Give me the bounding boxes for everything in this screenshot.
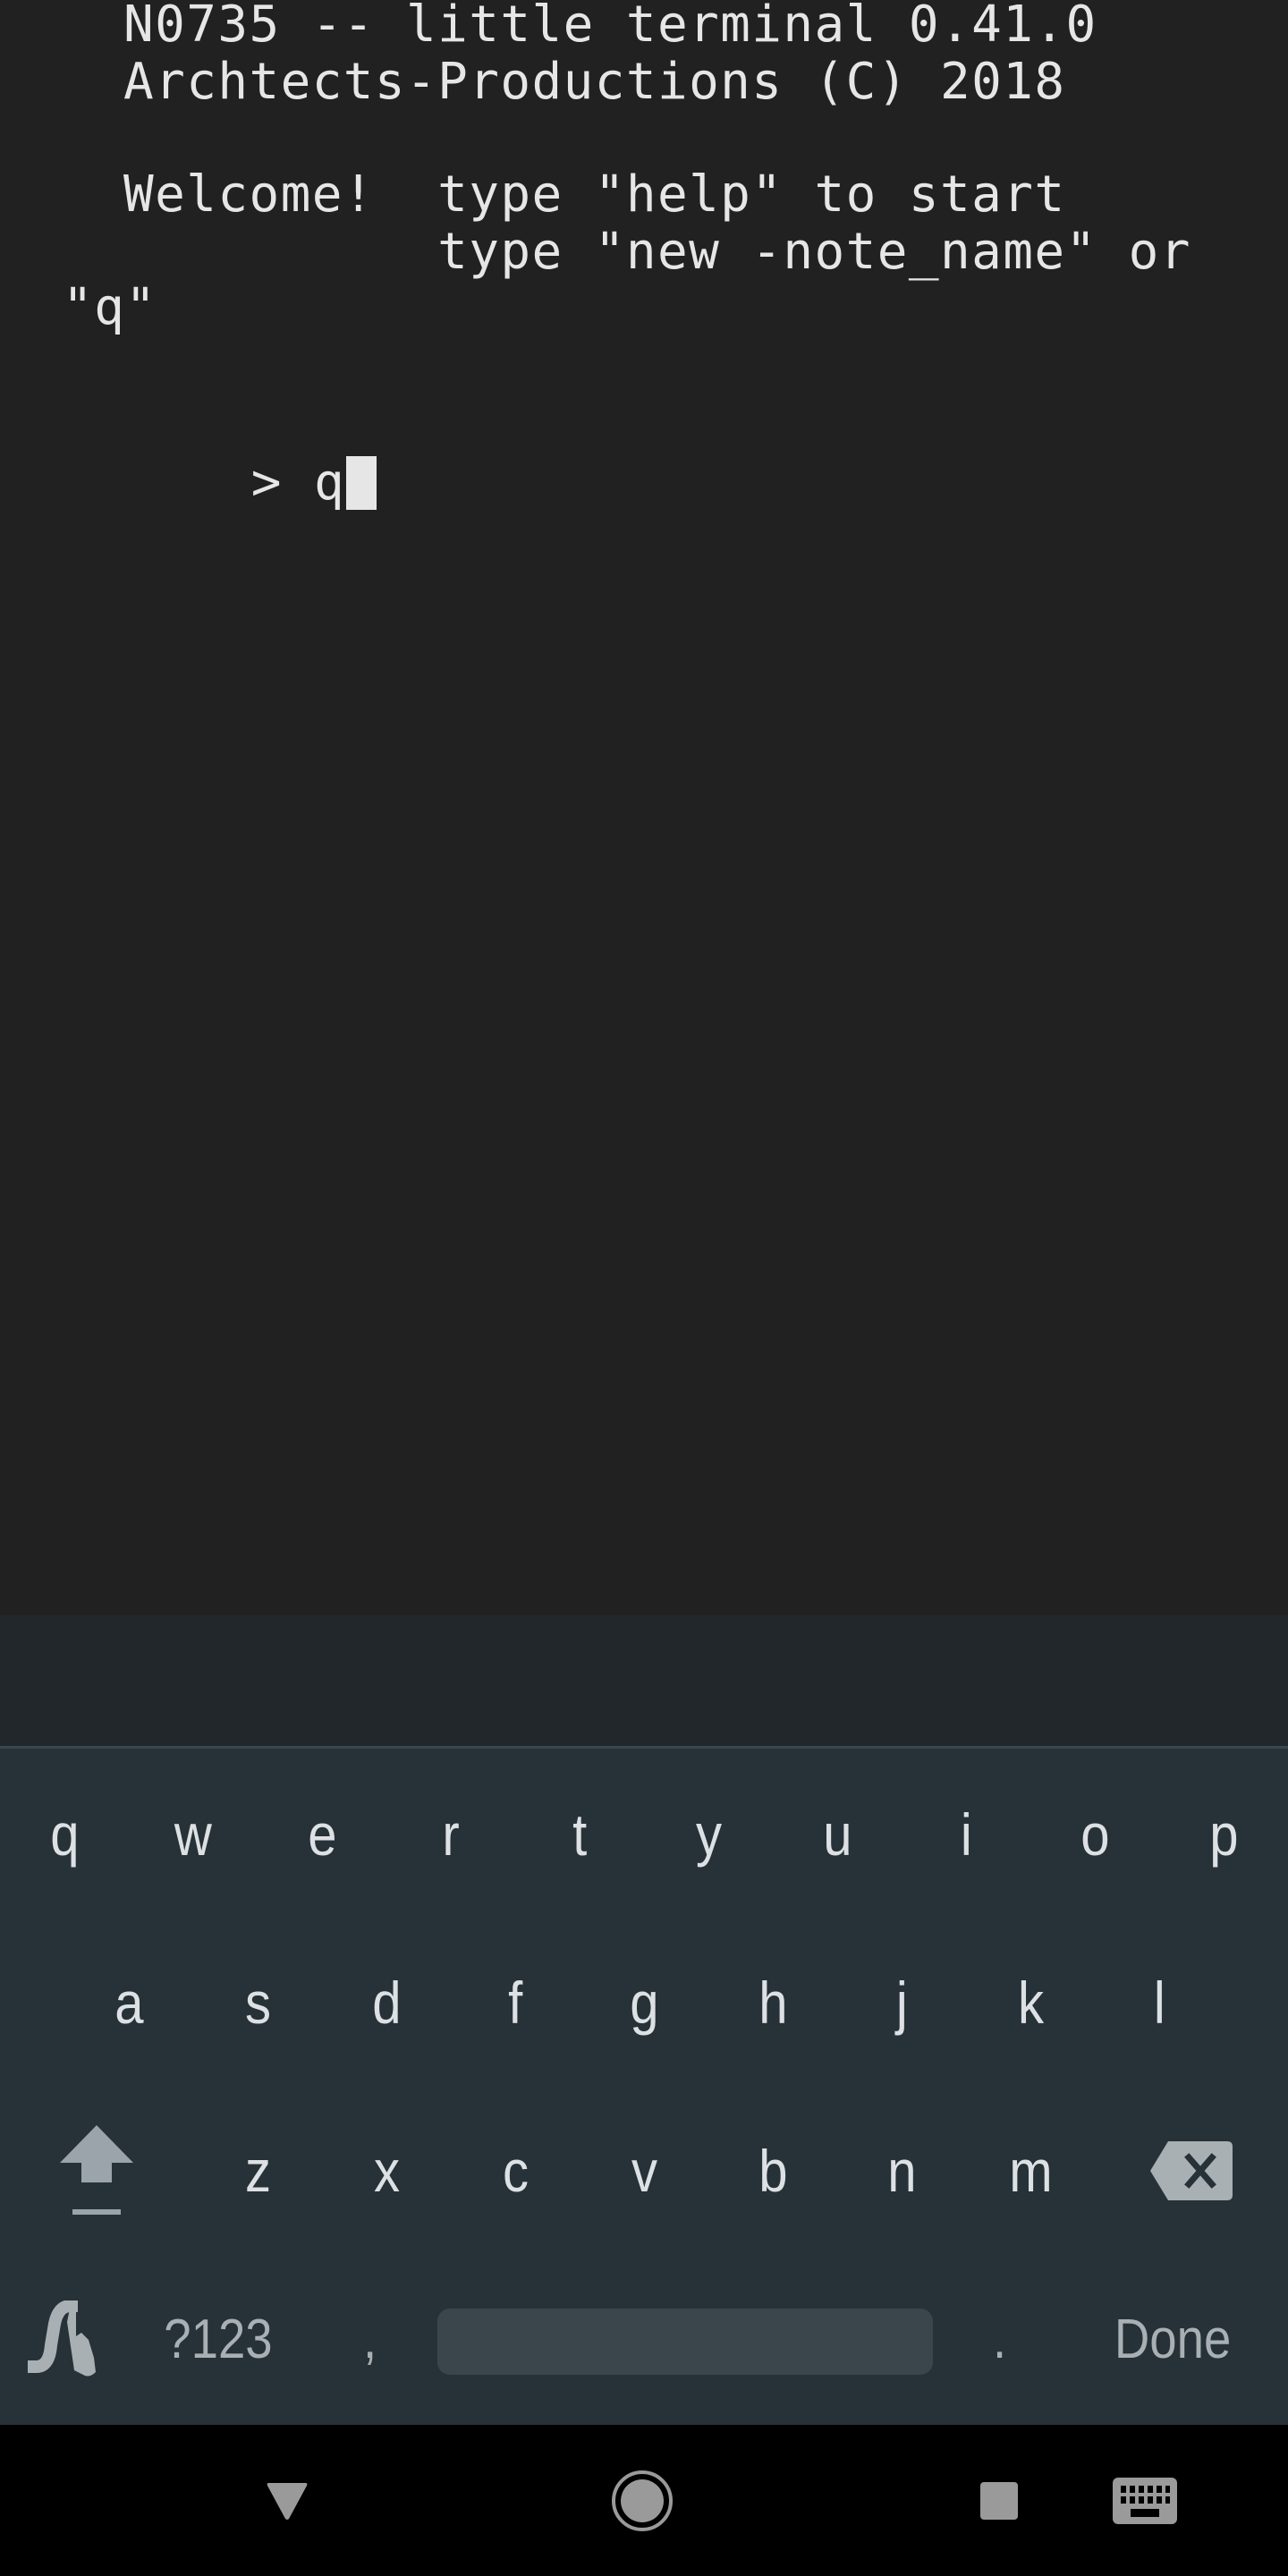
terminal-line-copyright: Archtects-Productions (C) 2018 [123,53,1066,111]
home-button[interactable] [580,2425,705,2576]
key-label: q [49,1801,80,1868]
key-u[interactable]: u [773,1750,902,1919]
key-label: i [960,1801,972,1868]
back-button[interactable] [225,2425,350,2576]
prompt-gap [283,453,314,512]
gesture-typing-key[interactable] [0,2255,129,2423]
key-f[interactable]: f [451,1919,580,2087]
key-label: f [507,1970,523,2036]
key-label: c [502,2138,529,2204]
key-c[interactable]: c [451,2087,580,2255]
key-h[interactable]: h [708,1919,837,2087]
home-icon [612,2470,673,2531]
terminal-line-quit: "q" [63,278,157,336]
phone-screen: N0735 -- little terminal 0.41.0 Archtect… [0,0,1288,2576]
key-label: y [695,1801,722,1868]
system-navigation-bar [0,2425,1288,2576]
symbols-key[interactable]: ?123 [154,2255,283,2423]
key-label: r [442,1801,460,1868]
recents-button[interactable] [936,2425,1062,2576]
terminal-prompt-line[interactable]: > q [63,397,377,512]
space-bar[interactable] [437,2309,933,2375]
keyboard-suggestion-strip [0,1615,1288,1746]
key-label: v [631,2138,657,2204]
keyboard-switch-icon [1113,2477,1177,2524]
key-label: m [1008,2138,1053,2204]
comma-key[interactable]: , [306,2255,435,2423]
key-label: d [371,1970,402,2036]
shift-key[interactable] [32,2087,161,2255]
key-y[interactable]: y [644,1750,773,1919]
terminal-input[interactable]: q [314,453,345,512]
key-g[interactable]: g [580,1919,708,2087]
key-n[interactable]: n [837,2087,966,2255]
key-p[interactable]: p [1159,1750,1288,1919]
shift-icon [60,2125,133,2215]
key-q[interactable]: q [0,1750,129,1919]
key-label: z [244,2138,271,2204]
key-label: s [244,1970,271,2036]
done-key[interactable]: Done [1070,2255,1275,2423]
backspace-icon [1150,2141,1233,2200]
done-key-label: Done [1114,2308,1232,2370]
key-label: g [629,1970,659,2036]
key-j[interactable]: j [837,1919,966,2087]
terminal-line-instructions: type "new -note_name" or [123,223,1191,281]
key-i[interactable]: i [902,1750,1030,1919]
key-label: a [114,1970,144,2036]
key-label: u [822,1801,852,1868]
key-e[interactable]: e [258,1750,386,1919]
key-label: j [895,1970,908,2036]
terminal-line-welcome: Welcome! type "help" to start [123,165,1066,224]
key-s[interactable]: s [193,1919,322,2087]
prompt-symbol: > [250,453,283,512]
key-x[interactable]: x [322,2087,451,2255]
key-r[interactable]: r [386,1750,515,1919]
terminal-view[interactable]: N0735 -- little terminal 0.41.0 Archtect… [0,0,1288,1615]
key-b[interactable]: b [708,2087,837,2255]
key-z[interactable]: z [193,2087,322,2255]
key-k[interactable]: k [966,1919,1095,2087]
key-label: x [373,2138,400,2204]
recents-icon [980,2481,1018,2520]
key-label: o [1080,1801,1110,1868]
key-label: e [307,1801,337,1868]
keyboard-switch-button[interactable] [1082,2425,1208,2576]
key-label: p [1208,1801,1239,1868]
key-m[interactable]: m [966,2087,1095,2255]
key-label: b [758,2138,788,2204]
soft-keyboard: q w e r t y u i o p a s d f g h j k l z x c v b n m ?123 , . Do… [0,1749,1288,2425]
symbols-key-label: ?123 [164,2308,273,2370]
period-key[interactable]: . [936,2255,1064,2423]
period-key-label: . [993,2308,1007,2370]
key-a[interactable]: a [64,1919,193,2087]
key-label: n [886,2138,917,2204]
key-label: t [572,1801,588,1868]
key-d[interactable]: d [322,1919,451,2087]
key-v[interactable]: v [580,2087,708,2255]
key-w[interactable]: w [129,1750,258,1919]
text-cursor [346,456,377,510]
key-label: w [174,1801,212,1868]
key-t[interactable]: t [515,1750,644,1919]
comma-key-label: , [363,2308,377,2370]
gesture-typing-icon [28,2301,96,2377]
key-l[interactable]: l [1095,1919,1224,2087]
key-label: l [1153,1970,1165,2036]
backspace-key[interactable] [1127,2087,1256,2255]
terminal-line-title: N0735 -- little terminal 0.41.0 [123,0,1097,54]
key-label: h [758,1970,788,2036]
key-label: k [1017,1970,1044,2036]
back-icon [267,2482,308,2520]
key-o[interactable]: o [1030,1750,1159,1919]
